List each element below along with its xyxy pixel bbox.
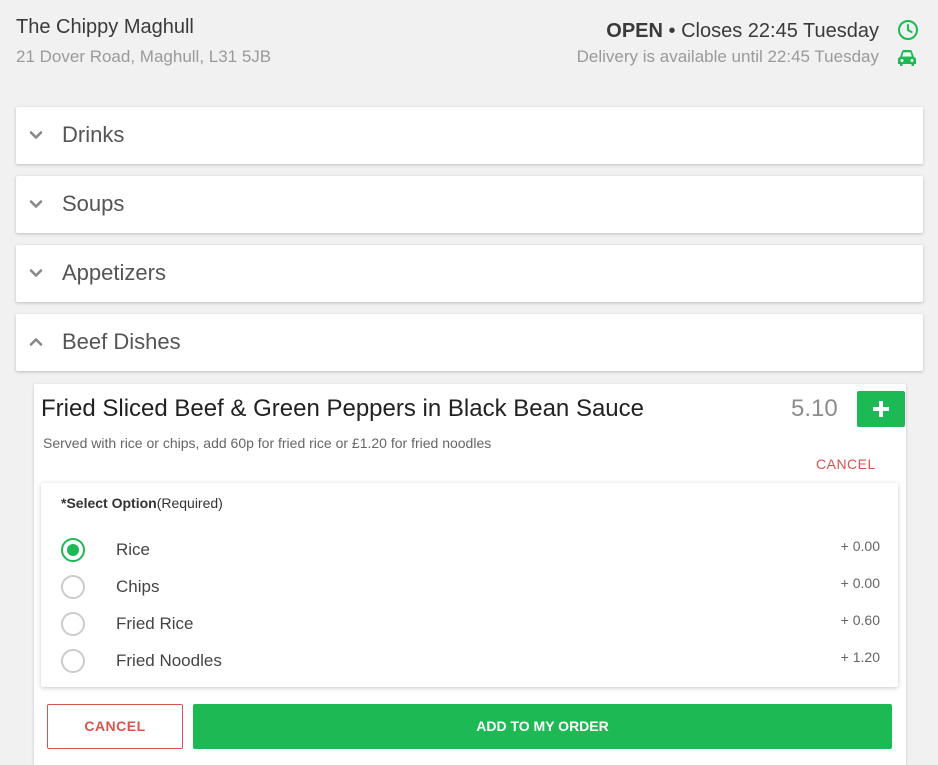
option-fried-rice[interactable]: Fried Rice + 0.60 [41, 609, 898, 639]
category-label: Soups [62, 191, 125, 216]
plus-icon [873, 401, 889, 417]
category-label: Appetizers [62, 260, 166, 285]
option-label: Rice [116, 540, 151, 559]
cancel-button[interactable]: CANCEL [47, 704, 183, 749]
category-drinks[interactable]: Drinks [16, 107, 923, 164]
radio-button[interactable] [61, 649, 85, 673]
car-icon [898, 50, 916, 66]
option-label: Fried Noodles [116, 651, 222, 670]
opening-hours: OPEN • Closes 22:45 Tuesday [606, 20, 879, 43]
category-appetizers[interactable]: Appetizers [16, 245, 923, 302]
add-item-button[interactable] [857, 391, 905, 427]
item-price: 5.10 [791, 395, 838, 422]
category-soups[interactable]: Soups [16, 176, 923, 233]
chevron-down-icon [29, 131, 43, 139]
cancel-link[interactable]: CANCEL [816, 456, 876, 472]
option-required-label: (Required) [156, 495, 223, 511]
category-label: Beef Dishes [62, 329, 181, 354]
delivery-info: Delivery is available until 22:45 Tuesda… [576, 47, 879, 66]
options-panel: *Select Option(Required) Rice + 0.00 Chi… [41, 483, 898, 687]
option-price: + 0.00 [840, 538, 880, 554]
chevron-up-icon [29, 338, 43, 346]
add-to-order-button[interactable]: ADD TO MY ORDER [193, 704, 892, 749]
radio-button[interactable] [61, 575, 85, 599]
option-price: + 0.60 [840, 612, 880, 628]
radio-button[interactable] [61, 538, 85, 562]
open-status: OPEN [606, 20, 663, 42]
option-heading-title: *Select Option [61, 495, 157, 511]
category-beef-dishes[interactable]: Beef Dishes [16, 314, 923, 371]
menu-item-card: Fried Sliced Beef & Green Peppers in Bla… [34, 384, 906, 765]
chevron-down-icon [29, 269, 43, 277]
category-label: Drinks [62, 122, 125, 147]
option-label: Chips [116, 577, 160, 596]
option-rice[interactable]: Rice + 0.00 [41, 535, 898, 565]
radio-button[interactable] [61, 612, 85, 636]
shop-header: The Chippy Maghull 21 Dover Road, Maghul… [0, 0, 938, 100]
chevron-down-icon [29, 200, 43, 208]
option-price: + 0.00 [840, 575, 880, 591]
item-title: Fried Sliced Beef & Green Peppers in Bla… [41, 395, 644, 422]
option-price: + 1.20 [840, 649, 880, 665]
shop-name: The Chippy Maghull [16, 16, 194, 38]
option-label: Fried Rice [116, 614, 194, 633]
option-heading: *Select Option(Required) [61, 495, 223, 511]
option-chips[interactable]: Chips + 0.00 [41, 572, 898, 602]
closing-time: • Closes 22:45 Tuesday [668, 20, 879, 42]
item-description: Served with rice or chips, add 60p for f… [43, 435, 492, 451]
clock-icon [898, 20, 918, 40]
shop-address: 21 Dover Road, Maghull, L31 5JB [16, 47, 272, 66]
option-fried-noodles[interactable]: Fried Noodles + 1.20 [41, 646, 898, 676]
